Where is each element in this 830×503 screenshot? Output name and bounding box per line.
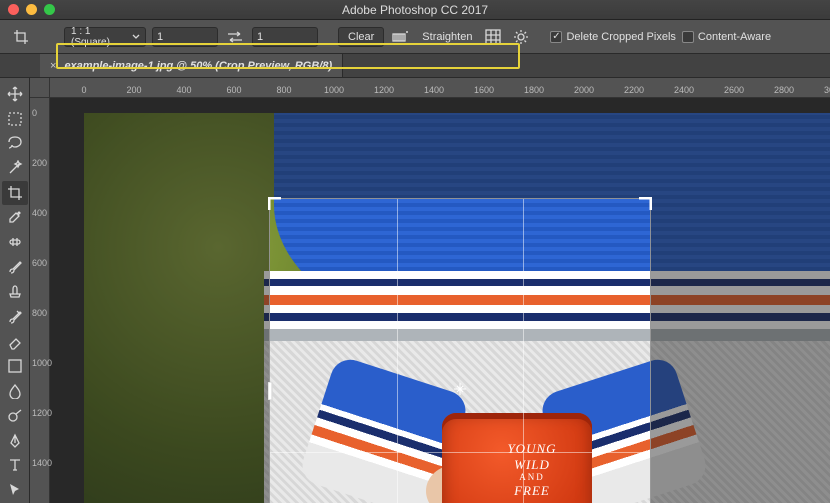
ruler-tick: 0 — [81, 85, 86, 95]
clone-stamp-tool[interactable] — [2, 280, 28, 304]
ruler-tick: 800 — [276, 85, 291, 95]
aspect-ratio-select[interactable]: 1 : 1 (Square) — [64, 27, 146, 47]
crop-settings-button[interactable] — [510, 27, 532, 47]
horizontal-ruler[interactable]: 0 200 400 600 800 1000 1200 1400 1600 1800 2000 220… — [50, 78, 830, 98]
brush-tool[interactable] — [2, 255, 28, 279]
ruler-tick: 1200 — [374, 85, 394, 95]
ruler-tick: 2400 — [674, 85, 694, 95]
healing-brush-tool[interactable] — [2, 231, 28, 255]
ruler-tick: 1200 — [32, 408, 52, 418]
ruler-tick: 400 — [32, 208, 47, 218]
crop-width-input[interactable] — [152, 27, 218, 47]
app-title: Adobe Photoshop CC 2017 — [342, 3, 488, 17]
vertical-ruler[interactable]: 02004006008001000120014001600 — [30, 98, 50, 503]
crop-box[interactable] — [270, 199, 650, 503]
crop-height-input[interactable] — [252, 27, 318, 47]
chevron-down-icon — [132, 33, 140, 41]
delete-cropped-checkbox[interactable]: Delete Cropped Pixels — [550, 31, 675, 43]
checkbox-checked-icon — [550, 31, 562, 43]
crop-handle-top-right[interactable] — [638, 197, 652, 211]
aspect-ratio-label: 1 : 1 (Square) — [71, 26, 132, 48]
type-tool[interactable] — [2, 453, 28, 477]
ruler-tick: 2000 — [574, 85, 594, 95]
ruler-tick: 0 — [32, 108, 37, 118]
path-selection-tool[interactable] — [2, 478, 28, 502]
swap-dimensions-button[interactable] — [224, 27, 246, 47]
ruler-tick: 800 — [32, 308, 47, 318]
window-close-button[interactable] — [8, 4, 19, 15]
crop-tool[interactable] — [2, 181, 28, 205]
gradient-tool[interactable] — [2, 354, 28, 378]
title-bar: Adobe Photoshop CC 2017 — [0, 0, 830, 20]
ruler-tick: 1800 — [524, 85, 544, 95]
ruler-tick: 200 — [126, 85, 141, 95]
ruler-tick: 1600 — [474, 85, 494, 95]
history-brush-tool[interactable] — [2, 305, 28, 329]
window-zoom-button[interactable] — [44, 4, 55, 15]
ruler-tick: 2800 — [774, 85, 794, 95]
clear-button[interactable]: Clear — [338, 27, 384, 47]
crop-handle-left[interactable] — [268, 382, 282, 396]
overlay-grid-button[interactable] — [482, 27, 504, 47]
document-canvas[interactable]: YOUNG WILD AND FREE — [84, 113, 830, 503]
ruler-tick: 200 — [32, 158, 47, 168]
blur-tool[interactable] — [2, 379, 28, 403]
document-tab[interactable]: × example-image-1.jpg @ 50% (Crop Previe… — [40, 54, 343, 77]
tools-panel — [0, 78, 30, 503]
move-tool[interactable] — [2, 82, 28, 106]
magic-wand-tool[interactable] — [2, 156, 28, 180]
ruler-tick: 1000 — [32, 358, 52, 368]
ruler-tick: 2200 — [624, 85, 644, 95]
lasso-tool[interactable] — [2, 132, 28, 156]
dodge-tool[interactable] — [2, 404, 28, 428]
ruler-tick: 1400 — [32, 458, 52, 468]
pen-tool[interactable] — [2, 429, 28, 453]
document-tab-title: example-image-1.jpg @ 50% (Crop Preview,… — [64, 60, 332, 72]
window-minimize-button[interactable] — [26, 4, 37, 15]
ruler-tick: 400 — [176, 85, 191, 95]
crop-center-icon — [454, 383, 466, 395]
crop-tool-icon[interactable] — [12, 28, 30, 46]
crop-handle-top-left[interactable] — [268, 197, 282, 211]
ruler-tick: 600 — [226, 85, 241, 95]
ruler-tick: 1400 — [424, 85, 444, 95]
canvas-area[interactable]: 0200400600800100012001400160018002000220… — [30, 78, 830, 503]
content-aware-checkbox[interactable]: Content-Aware — [682, 31, 771, 43]
ruler-tick: 3000 — [824, 85, 830, 95]
eyedropper-tool[interactable] — [2, 206, 28, 230]
straighten-icon-button[interactable] — [390, 27, 412, 47]
eraser-tool[interactable] — [2, 330, 28, 354]
ruler-origin[interactable] — [30, 78, 50, 98]
crop-options-bar: 1 : 1 (Square) Clear Straighten Delete C… — [0, 20, 830, 54]
document-tab-bar: × example-image-1.jpg @ 50% (Crop Previe… — [0, 54, 830, 78]
checkbox-unchecked-icon — [682, 31, 694, 43]
ruler-tick: 600 — [32, 258, 47, 268]
close-tab-icon[interactable]: × — [50, 60, 56, 72]
ruler-tick: 1000 — [324, 85, 344, 95]
marquee-tool[interactable] — [2, 107, 28, 131]
straighten-button[interactable]: Straighten — [418, 27, 476, 47]
ruler-tick: 2600 — [724, 85, 744, 95]
